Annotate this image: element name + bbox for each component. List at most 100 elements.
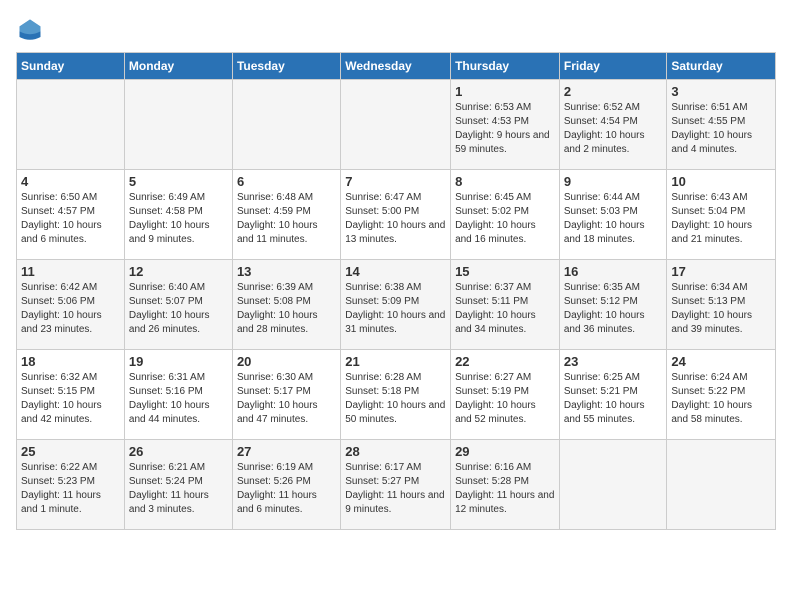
- day-info: Sunrise: 6:52 AM Sunset: 4:54 PM Dayligh…: [564, 101, 663, 157]
- calendar-week-3: 11 Sunrise: 6:42 AM Sunset: 5:06 PM Dayli…: [17, 260, 776, 350]
- day-number: 22: [455, 354, 555, 369]
- day-number: 4: [21, 174, 120, 189]
- header-cell-sunday: Sunday: [17, 53, 125, 80]
- logo-icon: [16, 16, 44, 44]
- day-number: 9: [564, 174, 663, 189]
- day-info: Sunrise: 6:40 AM Sunset: 5:07 PM Dayligh…: [129, 281, 228, 337]
- day-info: Sunrise: 6:28 AM Sunset: 5:18 PM Dayligh…: [345, 371, 446, 427]
- calendar-cell: 7 Sunrise: 6:47 AM Sunset: 5:00 PM Daylig…: [341, 170, 451, 260]
- day-info: Sunrise: 6:50 AM Sunset: 4:57 PM Dayligh…: [21, 191, 120, 247]
- day-info: Sunrise: 6:22 AM Sunset: 5:23 PM Dayligh…: [21, 461, 120, 517]
- calendar-cell: [17, 80, 125, 170]
- calendar-cell: [667, 440, 776, 530]
- day-info: Sunrise: 6:31 AM Sunset: 5:16 PM Dayligh…: [129, 371, 228, 427]
- day-info: Sunrise: 6:44 AM Sunset: 5:03 PM Dayligh…: [564, 191, 663, 247]
- day-number: 16: [564, 264, 663, 279]
- calendar-week-4: 18Sunrise: 6:32 AM Sunset: 5:15 PM Dayli…: [17, 350, 776, 440]
- calendar-week-2: 4 Sunrise: 6:50 AM Sunset: 4:57 PM Daylig…: [17, 170, 776, 260]
- day-number: 21: [345, 354, 446, 369]
- calendar-cell: 18Sunrise: 6:32 AM Sunset: 5:15 PM Dayli…: [17, 350, 125, 440]
- day-info: Sunrise: 6:43 AM Sunset: 5:04 PM Dayligh…: [671, 191, 771, 247]
- calendar-cell: [341, 80, 451, 170]
- day-info: Sunrise: 6:48 AM Sunset: 4:59 PM Dayligh…: [237, 191, 336, 247]
- day-info: Sunrise: 6:38 AM Sunset: 5:09 PM Dayligh…: [345, 281, 446, 337]
- calendar-cell: 20Sunrise: 6:30 AM Sunset: 5:17 PM Dayli…: [232, 350, 340, 440]
- calendar-cell: 15 Sunrise: 6:37 AM Sunset: 5:11 PM Dayli…: [451, 260, 560, 350]
- day-info: Sunrise: 6:16 AM Sunset: 5:28 PM Dayligh…: [455, 461, 555, 517]
- calendar-cell: 8 Sunrise: 6:45 AM Sunset: 5:02 PM Daylig…: [451, 170, 560, 260]
- day-number: 12: [129, 264, 228, 279]
- day-number: 1: [455, 84, 555, 99]
- calendar-cell: 5Sunrise: 6:49 AM Sunset: 4:58 PM Daylig…: [124, 170, 232, 260]
- calendar-cell: 2 Sunrise: 6:52 AM Sunset: 4:54 PM Daylig…: [559, 80, 667, 170]
- calendar-table: SundayMondayTuesdayWednesdayThursdayFrid…: [16, 52, 776, 530]
- calendar-cell: [124, 80, 232, 170]
- day-info: Sunrise: 6:51 AM Sunset: 4:55 PM Dayligh…: [671, 101, 771, 157]
- day-info: Sunrise: 6:53 AM Sunset: 4:53 PM Dayligh…: [455, 101, 555, 157]
- calendar-cell: 14 Sunrise: 6:38 AM Sunset: 5:09 PM Dayli…: [341, 260, 451, 350]
- header-cell-monday: Monday: [124, 53, 232, 80]
- day-number: 25: [21, 444, 120, 459]
- calendar-cell: 24 Sunrise: 6:24 AM Sunset: 5:22 PM Dayli…: [667, 350, 776, 440]
- day-info: Sunrise: 6:30 AM Sunset: 5:17 PM Dayligh…: [237, 371, 336, 427]
- day-info: Sunrise: 6:49 AM Sunset: 4:58 PM Dayligh…: [129, 191, 228, 247]
- calendar-cell: 6 Sunrise: 6:48 AM Sunset: 4:59 PM Daylig…: [232, 170, 340, 260]
- calendar-cell: [232, 80, 340, 170]
- day-number: 6: [237, 174, 336, 189]
- day-number: 24: [671, 354, 771, 369]
- header-cell-saturday: Saturday: [667, 53, 776, 80]
- calendar-cell: 11 Sunrise: 6:42 AM Sunset: 5:06 PM Dayli…: [17, 260, 125, 350]
- calendar-cell: 13 Sunrise: 6:39 AM Sunset: 5:08 PM Dayli…: [232, 260, 340, 350]
- day-number: 10: [671, 174, 771, 189]
- day-number: 23: [564, 354, 663, 369]
- header-cell-thursday: Thursday: [451, 53, 560, 80]
- day-number: 14: [345, 264, 446, 279]
- calendar-cell: 28 Sunrise: 6:17 AM Sunset: 5:27 PM Dayli…: [341, 440, 451, 530]
- header-cell-friday: Friday: [559, 53, 667, 80]
- day-info: Sunrise: 6:42 AM Sunset: 5:06 PM Dayligh…: [21, 281, 120, 337]
- calendar-cell: 25 Sunrise: 6:22 AM Sunset: 5:23 PM Dayli…: [17, 440, 125, 530]
- header-cell-wednesday: Wednesday: [341, 53, 451, 80]
- calendar-cell: 3Sunrise: 6:51 AM Sunset: 4:55 PM Daylig…: [667, 80, 776, 170]
- day-number: 8: [455, 174, 555, 189]
- day-info: Sunrise: 6:35 AM Sunset: 5:12 PM Dayligh…: [564, 281, 663, 337]
- calendar-cell: 22 Sunrise: 6:27 AM Sunset: 5:19 PM Dayli…: [451, 350, 560, 440]
- day-info: Sunrise: 6:19 AM Sunset: 5:26 PM Dayligh…: [237, 461, 336, 517]
- day-number: 2: [564, 84, 663, 99]
- calendar-cell: 26 Sunrise: 6:21 AM Sunset: 5:24 PM Dayli…: [124, 440, 232, 530]
- day-info: Sunrise: 6:25 AM Sunset: 5:21 PM Dayligh…: [564, 371, 663, 427]
- calendar-cell: 23 Sunrise: 6:25 AM Sunset: 5:21 PM Dayli…: [559, 350, 667, 440]
- day-info: Sunrise: 6:39 AM Sunset: 5:08 PM Dayligh…: [237, 281, 336, 337]
- day-number: 27: [237, 444, 336, 459]
- header-row: SundayMondayTuesdayWednesdayThursdayFrid…: [17, 53, 776, 80]
- day-info: Sunrise: 6:27 AM Sunset: 5:19 PM Dayligh…: [455, 371, 555, 427]
- day-info: Sunrise: 6:47 AM Sunset: 5:00 PM Dayligh…: [345, 191, 446, 247]
- header: [16, 16, 776, 44]
- calendar-cell: 9 Sunrise: 6:44 AM Sunset: 5:03 PM Daylig…: [559, 170, 667, 260]
- day-number: 26: [129, 444, 228, 459]
- calendar-cell: 27 Sunrise: 6:19 AM Sunset: 5:26 PM Dayli…: [232, 440, 340, 530]
- day-number: 19: [129, 354, 228, 369]
- day-number: 11: [21, 264, 120, 279]
- day-info: Sunrise: 6:37 AM Sunset: 5:11 PM Dayligh…: [455, 281, 555, 337]
- calendar-cell: [559, 440, 667, 530]
- calendar-cell: 21 Sunrise: 6:28 AM Sunset: 5:18 PM Dayli…: [341, 350, 451, 440]
- day-info: Sunrise: 6:34 AM Sunset: 5:13 PM Dayligh…: [671, 281, 771, 337]
- day-info: Sunrise: 6:21 AM Sunset: 5:24 PM Dayligh…: [129, 461, 228, 517]
- day-number: 28: [345, 444, 446, 459]
- day-number: 15: [455, 264, 555, 279]
- day-info: Sunrise: 6:24 AM Sunset: 5:22 PM Dayligh…: [671, 371, 771, 427]
- logo: [16, 16, 48, 44]
- calendar-cell: 17 Sunrise: 6:34 AM Sunset: 5:13 PM Dayli…: [667, 260, 776, 350]
- header-cell-tuesday: Tuesday: [232, 53, 340, 80]
- calendar-cell: 29Sunrise: 6:16 AM Sunset: 5:28 PM Dayli…: [451, 440, 560, 530]
- day-number: 17: [671, 264, 771, 279]
- calendar-cell: 19 Sunrise: 6:31 AM Sunset: 5:16 PM Dayli…: [124, 350, 232, 440]
- calendar-cell: 10 Sunrise: 6:43 AM Sunset: 5:04 PM Dayli…: [667, 170, 776, 260]
- day-info: Sunrise: 6:17 AM Sunset: 5:27 PM Dayligh…: [345, 461, 446, 517]
- day-number: 13: [237, 264, 336, 279]
- calendar-week-1: 1 Sunrise: 6:53 AM Sunset: 4:53 PM Daylig…: [17, 80, 776, 170]
- day-number: 7: [345, 174, 446, 189]
- calendar-week-5: 25 Sunrise: 6:22 AM Sunset: 5:23 PM Dayli…: [17, 440, 776, 530]
- day-info: Sunrise: 6:45 AM Sunset: 5:02 PM Dayligh…: [455, 191, 555, 247]
